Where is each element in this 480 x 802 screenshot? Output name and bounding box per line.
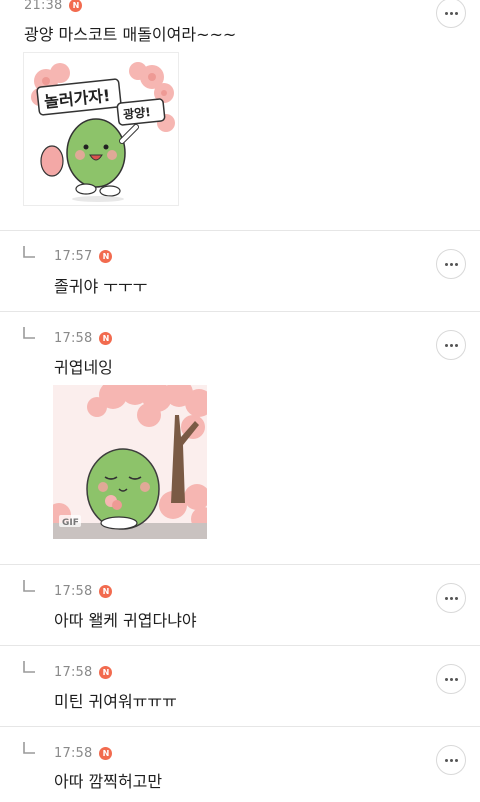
reply-time: 17:58 <box>54 584 93 599</box>
reply-item: 17:58 N 아따 왤케 귀엽다냐야 <box>0 565 480 645</box>
more-options-button[interactable] <box>436 664 466 694</box>
reply-text: 졸귀야 ㅜㅜㅜ <box>54 277 148 296</box>
more-dot <box>449 11 453 15</box>
more-options-button[interactable] <box>436 249 466 279</box>
new-badge: N <box>99 747 113 760</box>
more-dot <box>444 343 448 347</box>
reply-time: 17:57 <box>54 249 93 264</box>
reply-arrow-icon <box>23 327 35 339</box>
reply-arrow-icon <box>23 742 35 754</box>
more-options-button[interactable] <box>436 0 466 28</box>
more-options-button[interactable] <box>436 583 466 613</box>
reply-time: 17:58 <box>54 665 93 680</box>
new-badge: N <box>99 585 113 598</box>
mascot-gif-image[interactable]: GIF <box>53 385 207 539</box>
reply-text: 아따 왤케 귀엽다냐야 <box>54 611 197 630</box>
comment-time: 21:38 <box>24 0 63 13</box>
mascot-sticker-art: 놀러가자! 광양! <box>31 62 175 202</box>
more-dot <box>449 343 453 347</box>
more-dot <box>449 262 453 266</box>
reply-item: 17:58 N 미틴 귀여워ㅠㅠㅠ <box>0 646 480 726</box>
more-dot <box>454 758 458 762</box>
more-dot <box>444 677 448 681</box>
more-dot <box>444 596 448 600</box>
mascot-sticker-image[interactable]: 놀러가자! 광양! <box>23 52 179 206</box>
more-dot <box>444 262 448 266</box>
new-badge: N <box>99 332 113 345</box>
more-dot <box>449 596 453 600</box>
more-dot <box>454 11 458 15</box>
new-badge: N <box>69 0 83 12</box>
gif-label: GIF <box>62 518 79 528</box>
reply-item: 17:58 N 아따 깜찍허고만 <box>0 727 480 802</box>
reply-time: 17:58 <box>54 331 93 346</box>
more-dot <box>449 758 453 762</box>
more-dot <box>454 343 458 347</box>
reply-time: 17:58 <box>54 746 93 761</box>
comment-text: 광양 마스코트 매돌이여라~~~ <box>24 25 237 44</box>
more-dot <box>454 596 458 600</box>
reply-item: 17:57 N 졸귀야 ㅜㅜㅜ <box>0 231 480 311</box>
reply-text: 미틴 귀여워ㅠㅠㅠ <box>54 692 177 711</box>
more-dot <box>444 11 448 15</box>
mascot-gif-art: GIF <box>53 385 207 539</box>
more-dot <box>454 262 458 266</box>
more-options-button[interactable] <box>436 745 466 775</box>
reply-arrow-icon <box>23 246 35 258</box>
new-badge: N <box>99 250 113 263</box>
new-badge: N <box>99 666 113 679</box>
more-dot <box>449 677 453 681</box>
reply-text: 아따 깜찍허고만 <box>54 772 163 791</box>
reply-arrow-icon <box>23 661 35 673</box>
reply-text: 귀엽네잉 <box>54 358 113 377</box>
reply-arrow-icon <box>23 580 35 592</box>
reply-item: 17:58 N 귀엽네잉 GIF <box>0 312 480 564</box>
comment-item: 21:38 N 광양 마스코트 매돌이여라~~~ 놀러가자! 광양! <box>0 0 480 230</box>
more-options-button[interactable] <box>436 330 466 360</box>
more-dot <box>454 677 458 681</box>
more-dot <box>444 758 448 762</box>
sticker-text-gwangyang: 광양! <box>122 104 151 122</box>
